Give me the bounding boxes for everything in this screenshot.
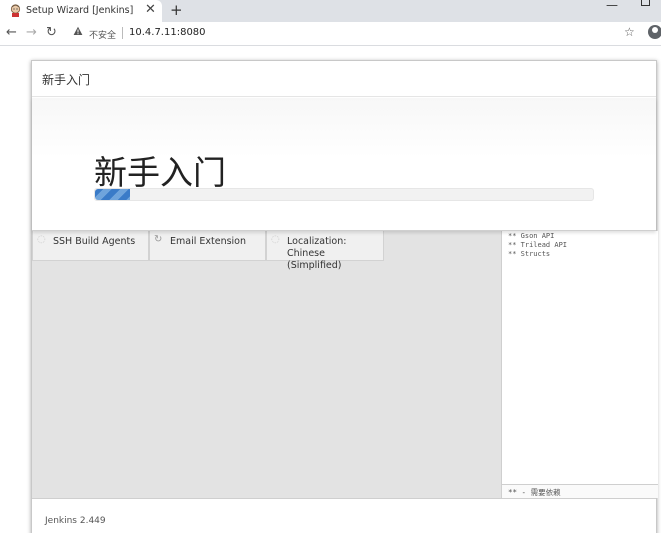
address-bar[interactable]: 不安全 10.4.7.11:8080	[67, 24, 642, 43]
jenkins-version: Jenkins 2.449	[45, 516, 106, 526]
modal-footer: Jenkins 2.449	[32, 498, 656, 533]
new-tab-icon[interactable]: +	[170, 0, 183, 20]
browser-tab-strip: Setup Wizard [Jenkins] ✕ + —	[0, 0, 661, 22]
plugin-name: SSH Build Agents	[53, 236, 136, 247]
warning-triangle-icon	[73, 26, 83, 35]
pending-circle-icon: ◌	[271, 234, 280, 245]
insecure-label: 不安全	[89, 31, 117, 41]
progress-bar-fill	[95, 189, 130, 200]
window-minimize-icon[interactable]: —	[606, 0, 618, 12]
url-text[interactable]: 10.4.7.11:8080	[129, 27, 206, 38]
profile-avatar-icon[interactable]	[648, 25, 661, 39]
plugin-name: Localization: Chinese (Simplified)	[287, 236, 347, 271]
plugin-card: ↻ Email Extension	[149, 231, 266, 261]
browser-toolbar: ← → ↻ 不安全 10.4.7.11:8080 ☆	[0, 22, 661, 46]
forward-arrow-icon[interactable]: →	[26, 25, 37, 41]
back-arrow-icon[interactable]: ←	[6, 25, 17, 41]
log-line: ** Gson API	[508, 232, 555, 240]
modal-header: 新手入门	[32, 61, 656, 97]
reload-icon[interactable]: ↻	[46, 25, 57, 41]
modal-header-title: 新手入门	[42, 73, 91, 87]
log-legend-text: ** - 需要依赖	[508, 488, 561, 497]
plugin-card: ◌ Localization: Chinese (Simplified)	[266, 231, 384, 271]
jenkins-favicon-icon	[10, 4, 21, 17]
page-title: 新手入门	[94, 153, 226, 192]
address-separator	[122, 27, 123, 39]
plugin-install-grid: ◌ SSH Build Agents ↻ Email Extension ◌ L…	[32, 231, 501, 498]
hero-section: 新手入门	[32, 98, 656, 231]
plugin-name: Email Extension	[170, 236, 247, 247]
window-maximize-icon[interactable]	[641, 0, 650, 6]
browser-tab[interactable]: Setup Wizard [Jenkins] ✕	[0, 0, 162, 22]
refresh-spinner-icon: ↻	[154, 234, 163, 245]
log-line: ** Structs	[508, 250, 551, 258]
plugin-card: ◌ SSH Build Agents	[32, 231, 149, 261]
bookmark-star-icon[interactable]: ☆	[624, 25, 635, 39]
pending-circle-icon: ◌	[37, 234, 46, 245]
log-legend: ** - 需要依赖	[502, 484, 658, 498]
install-progress-bar	[94, 188, 594, 201]
tab-title: Setup Wizard [Jenkins]	[26, 5, 134, 16]
log-line: ** Trilead API	[508, 241, 568, 249]
setup-wizard-modal: 新手入门 新手入门 ◌ SSH Build Agents ↻ Email Ext…	[31, 60, 658, 533]
tab-close-icon[interactable]: ✕	[145, 2, 156, 18]
install-log-panel[interactable]: ** Gson API ** Trilead API ** Structs **…	[501, 231, 658, 498]
page-content: 新手入门 新手入门 ◌ SSH Build Agents ↻ Email Ext…	[0, 47, 661, 533]
